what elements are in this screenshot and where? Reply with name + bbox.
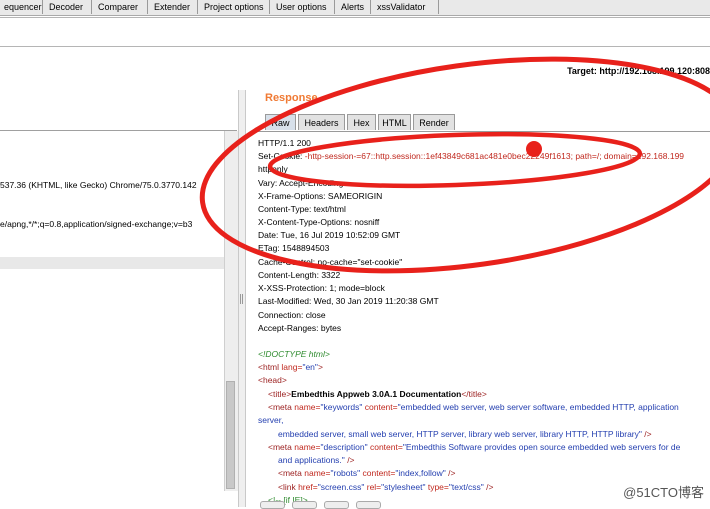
annotation-large-ellipse bbox=[199, 56, 710, 274]
annotation-dot bbox=[526, 141, 542, 157]
red-annotation-overlay bbox=[199, 56, 710, 274]
annotation-small-ellipse bbox=[267, 131, 643, 189]
